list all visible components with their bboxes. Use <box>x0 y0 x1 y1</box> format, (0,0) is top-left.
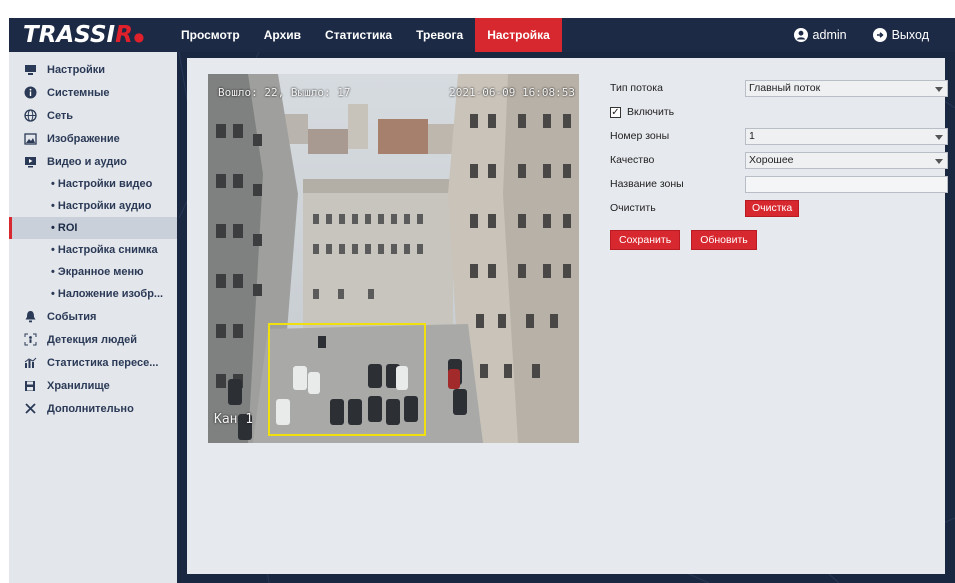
video-icon <box>23 155 37 169</box>
zone-number-value: 1 <box>749 130 755 142</box>
chevron-down-icon <box>935 158 943 164</box>
quality-value: Хорошее <box>749 154 794 166</box>
sidebar-item-1[interactable]: Системные <box>9 81 177 104</box>
sidebar-subitem-2[interactable]: • ROI <box>9 217 177 239</box>
info-icon <box>23 86 37 100</box>
osd-counter: Вошло: 22, Вышло: 17 <box>218 86 351 99</box>
chart-icon <box>23 356 37 370</box>
person-detect-icon <box>23 333 37 347</box>
sidebar-item-0[interactable]: Настройки <box>9 58 177 81</box>
logout-label: Выход <box>891 28 929 42</box>
sidebar: Настройки Системные Сеть Изображение Видео и… <box>9 52 177 583</box>
quality-row: Качество Хорошее <box>610 148 948 172</box>
logo-dot: ● <box>133 30 145 44</box>
app-window: TRASSI R ● Просмотр Архив Статистика Тревога Н… <box>9 18 955 583</box>
sidebar-item-label: Детекция людей <box>47 333 138 346</box>
chevron-down-icon <box>935 134 943 140</box>
user-name: admin <box>812 28 847 42</box>
zone-number-label: Номер зоны <box>610 130 670 142</box>
sidebar-item-label: Сеть <box>47 109 74 122</box>
nav-tab-4[interactable]: Настройка <box>475 18 562 52</box>
sidebar-item-label: Статистика пересе... <box>47 356 159 369</box>
stream-type-label: Тип потока <box>610 82 663 94</box>
zone-name-row: Название зоны <box>610 172 948 196</box>
sidebar-item-2[interactable]: Сеть <box>9 104 177 127</box>
osd-channel: Кан 1 <box>214 412 254 427</box>
chevron-down-icon <box>935 86 943 92</box>
sidebar-item-label: Видео и аудио <box>47 155 127 168</box>
checkbox-icon: ✓ <box>610 106 621 118</box>
sidebar-item-lower-4[interactable]: Дополнительно <box>9 397 177 420</box>
nav-tab-3[interactable]: Тревога <box>404 18 475 52</box>
enable-checkbox[interactable]: ✓ Включить <box>610 106 674 118</box>
sidebar-item-4[interactable]: Видео и аудио <box>9 150 177 173</box>
nav-tab-2[interactable]: Статистика <box>313 18 404 52</box>
quality-select[interactable]: Хорошее <box>745 151 948 169</box>
form-actions: Сохранить Обновить <box>610 230 940 250</box>
sidebar-subitem-5[interactable]: • Наложение изобр... <box>9 283 177 305</box>
clear-row: Очистить Очистка <box>610 196 940 220</box>
user-area: admin Выход <box>793 18 955 52</box>
sidebar-item-lower-1[interactable]: Детекция людей <box>9 328 177 351</box>
zone-number-select[interactable]: 1 <box>745 127 948 145</box>
video-preview[interactable]: Вошло: 22, Вышло: 17 2021-06-09 16:08:53… <box>208 74 579 443</box>
bell-icon <box>23 310 37 324</box>
logo-text: TRASSI <box>23 22 116 48</box>
sidebar-item-lower-3[interactable]: Хранилище <box>9 374 177 397</box>
trassir-logo: TRASSI R ● <box>9 18 169 52</box>
sidebar-subitem-3[interactable]: • Настройка снимка <box>9 239 177 261</box>
sidebar-subitem-1[interactable]: • Настройки аудио <box>9 195 177 217</box>
monitor-icon <box>23 63 37 77</box>
quality-label: Качество <box>610 154 655 166</box>
sidebar-item-lower-0[interactable]: События <box>9 305 177 328</box>
logout-icon <box>872 28 887 42</box>
tools-icon <box>23 402 37 416</box>
logout-button[interactable]: Выход <box>872 28 929 42</box>
refresh-button[interactable]: Обновить <box>691 230 757 250</box>
sidebar-item-label: Изображение <box>47 132 120 145</box>
sidebar-item-label: Хранилище <box>47 379 110 392</box>
zone-name-label: Название зоны <box>610 178 684 190</box>
save-button[interactable]: Сохранить <box>610 230 681 250</box>
stream-type-row: Тип потока Главный поток <box>610 76 948 100</box>
nav-tab-0[interactable]: Просмотр <box>169 18 252 52</box>
enable-row: ✓ Включить <box>610 100 940 124</box>
user-menu[interactable]: admin <box>793 28 847 42</box>
zone-name-input[interactable] <box>745 175 948 193</box>
roi-settings-panel: Вошло: 22, Вышло: 17 2021-06-09 16:08:53… <box>187 58 948 574</box>
sidebar-item-label: Дополнительно <box>47 402 134 415</box>
sidebar-item-lower-2[interactable]: Статистика пересе... <box>9 351 177 374</box>
camera-image <box>208 74 579 443</box>
sidebar-subitem-0[interactable]: • Настройки видео <box>9 173 177 195</box>
main-nav: Просмотр Архив Статистика Тревога Настройка <box>169 18 562 52</box>
sidebar-item-label: События <box>47 310 97 323</box>
sidebar-item-label: Настройки <box>47 63 106 76</box>
stream-type-value: Главный поток <box>749 82 821 94</box>
roi-form: Тип потока Главный поток ✓ Включить Номе… <box>610 76 948 250</box>
image-icon <box>23 132 37 146</box>
top-navigation-bar: TRASSI R ● Просмотр Архив Статистика Тревога Н… <box>9 18 955 52</box>
logo-accent: R <box>115 22 133 48</box>
enable-label: Включить <box>627 106 675 118</box>
save-icon <box>23 379 37 393</box>
sidebar-item-label: Системные <box>47 86 110 99</box>
osd-timestamp: 2021-06-09 16:08:53 <box>449 86 575 99</box>
user-icon <box>793 28 808 42</box>
stream-type-select[interactable]: Главный поток <box>745 79 948 97</box>
clear-button[interactable]: Очистка <box>745 199 800 217</box>
nav-tab-1[interactable]: Архив <box>252 18 313 52</box>
sidebar-item-3[interactable]: Изображение <box>9 127 177 150</box>
sidebar-subitem-4[interactable]: • Экранное меню <box>9 261 177 283</box>
zone-number-row: Номер зоны 1 <box>610 124 948 148</box>
clear-label: Очистить <box>610 202 656 214</box>
globe-icon <box>23 109 37 123</box>
